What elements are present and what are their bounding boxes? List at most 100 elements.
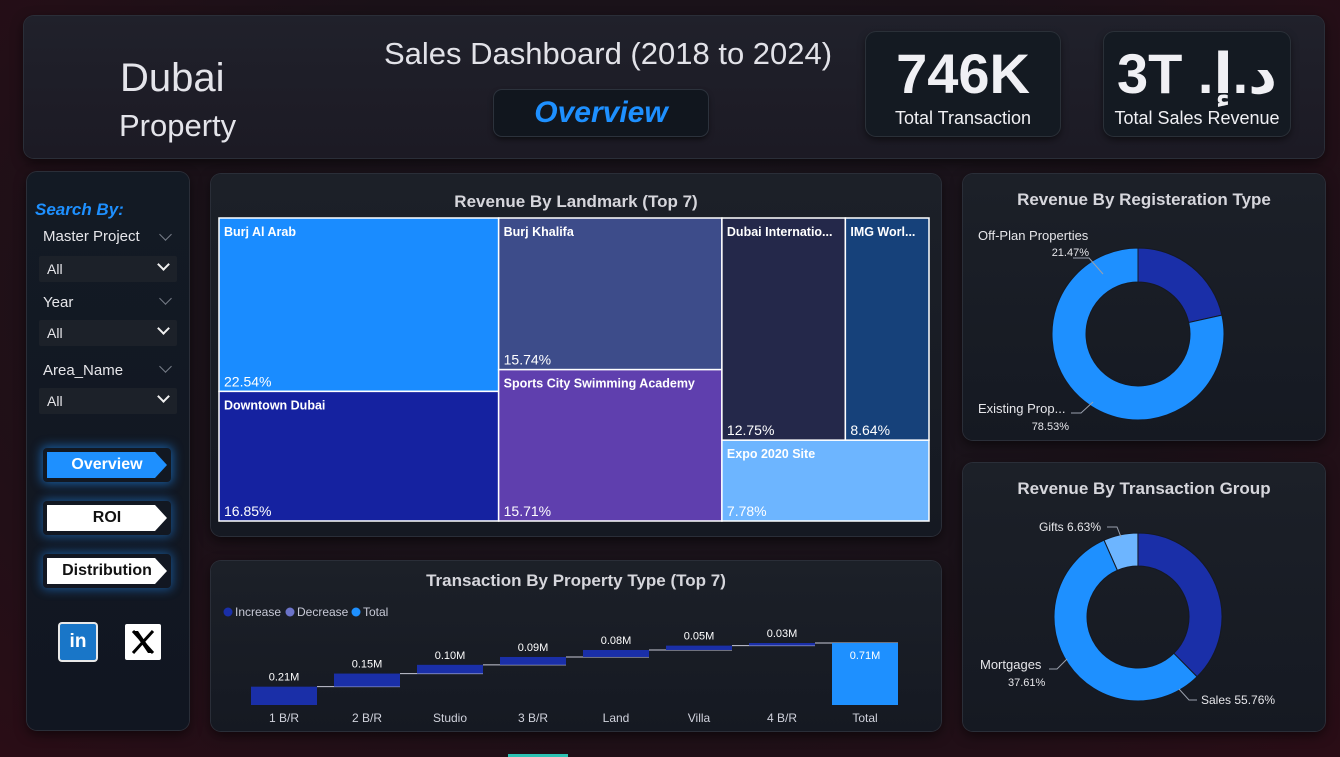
overview-page-pill: Overview <box>494 90 708 136</box>
kpi-total-transaction-label: Total Transaction <box>894 108 1032 128</box>
slicer-year-label: Year <box>43 294 74 311</box>
treemap-tile-rect <box>721 217 847 441</box>
legend-label: Decrease <box>297 605 349 619</box>
donut-slice[interactable] <box>1137 247 1223 324</box>
slicer-area-name-dropdown[interactable]: All <box>39 388 177 414</box>
header-banner: Dubai Property Sales Dashboard (2018 to … <box>24 16 1324 158</box>
donut-category-label: Gifts 6.63% <box>1039 520 1101 534</box>
treemap-tile[interactable]: Expo 2020 Site 7.78% <box>721 439 930 522</box>
treemap-tile-value: 7.78% <box>727 503 767 519</box>
treemap-tile-rect <box>844 217 930 441</box>
slicer-master-project-label: Master Project <box>43 228 140 245</box>
waterfall-tick-label: 4 B/R <box>767 711 797 725</box>
chevron-down-icon <box>157 390 170 403</box>
nav-distribution-button[interactable]: Distribution <box>47 558 167 584</box>
nav-roi-button[interactable]: ROI <box>47 505 167 531</box>
donut-value-label: 21.47% <box>1052 247 1090 259</box>
slicer-master-project-dropdown[interactable]: All <box>39 256 177 282</box>
waterfall-data-label: 0.08M <box>601 635 632 647</box>
transaction-by-property-type-panel: Transaction By Property Type (Top 7) Inc… <box>211 561 941 731</box>
city-title: Dubai <box>120 56 225 100</box>
treemap-chart: Burj Al Arab 22.54% Downtown Dubai 16.85% Bu… <box>218 217 930 522</box>
waterfall-bar[interactable] <box>500 656 566 665</box>
waterfall-tick-label: Villa <box>688 711 711 725</box>
page-title: Sales Dashboard (2018 to 2024) <box>384 36 833 71</box>
waterfall-data-label: 0.05M <box>684 631 715 643</box>
donut-leader-line <box>1178 688 1197 701</box>
treemap-tile[interactable]: IMG Worl... 8.64% <box>844 217 930 441</box>
treemap-tile[interactable]: Sports City Swimming Academy 15.71% <box>497 368 723 522</box>
treemap-tile-name: Dubai Internatio... <box>727 225 833 239</box>
treemap-tile[interactable]: Downtown Dubai 16.85% <box>218 390 500 522</box>
waterfall-data-label: 0.21M <box>269 672 300 684</box>
nav-overview-button[interactable]: Overview <box>47 452 167 478</box>
waterfall-data-label: 0.15M <box>352 659 383 671</box>
waterfall-data-label: 0.10M <box>435 650 466 662</box>
chevron-down-icon[interactable] <box>159 292 172 305</box>
legend-marker <box>285 607 295 617</box>
search-by-heading: Search By: <box>35 200 124 219</box>
waterfall-tick-label: 1 B/R <box>269 711 299 725</box>
donut-category-label: Off-Plan Properties <box>978 228 1089 243</box>
treemap-tile[interactable]: Burj Khalifa 15.74% <box>497 217 723 371</box>
kpi-total-sales-revenue-label: Total Sales Revenue <box>1114 108 1280 128</box>
treemap-tile-name: Burj Al Arab <box>224 225 296 239</box>
legend-marker <box>351 607 361 617</box>
waterfall-tick-label: Studio <box>433 711 467 725</box>
waterfall-data-label: 0.03M <box>767 628 798 640</box>
filter-sidebar: Search By: Master Project All Year All A… <box>27 172 189 730</box>
slicer-area-name-value: All <box>47 393 63 409</box>
chevron-down-icon[interactable] <box>159 360 172 373</box>
registration-donut-chart: Off-Plan Properties 21.47% Existing Prop..… <box>978 228 1225 433</box>
city-subtitle: Property <box>119 108 237 143</box>
donut-category-label: Sales 55.76% <box>1201 693 1275 707</box>
donut-category-label: Mortgages <box>980 657 1042 672</box>
chevron-down-icon <box>157 258 170 271</box>
treemap-tile-name: Burj Khalifa <box>504 225 575 239</box>
treemap-tile-name: Downtown Dubai <box>224 398 325 412</box>
x-logo-glyph <box>131 629 155 655</box>
waterfall-tick-label: Land <box>603 711 630 725</box>
waterfall-bar[interactable] <box>666 645 732 650</box>
waterfall-tick-label: 2 B/R <box>352 711 382 725</box>
treemap-tile-name: Expo 2020 Site <box>727 447 815 461</box>
treemap-tile-value: 8.64% <box>850 422 890 438</box>
treemap-tile-rect <box>497 368 723 522</box>
donut-slice[interactable] <box>1137 532 1223 678</box>
slicer-area-name-label: Area_Name <box>43 362 124 379</box>
chevron-down-icon[interactable] <box>159 228 172 241</box>
donut-category-label: Existing Prop... <box>978 401 1065 416</box>
waterfall-bar[interactable] <box>583 649 649 657</box>
slicer-year-dropdown[interactable]: All <box>39 320 177 346</box>
treemap-tile-value: 22.54% <box>224 373 271 389</box>
treemap-tile-name: IMG Worl... <box>850 225 915 239</box>
kpi-total-sales-revenue: 3T د.إ.‏ Total Sales Revenue <box>1104 32 1290 136</box>
slicer-year-value: All <box>47 325 63 341</box>
waterfall-tick-label: Total <box>852 711 877 725</box>
treemap-tile-value: 15.71% <box>504 503 551 519</box>
waterfall-bar[interactable] <box>251 686 317 705</box>
revenue-by-registration-type-panel: Revenue By Registeration Type Off-Plan P… <box>963 174 1325 440</box>
waterfall-data-label: 0.71M <box>850 650 881 662</box>
treemap-tile[interactable]: Dubai Internatio... 12.75% <box>721 217 847 441</box>
kpi-total-sales-revenue-value: 3T د.إ.‏ <box>1117 42 1277 105</box>
waterfall-bar[interactable] <box>334 673 400 687</box>
x-icon[interactable] <box>125 624 161 660</box>
waterfall-tick-label: 3 B/R <box>518 711 548 725</box>
legend-label: Increase <box>235 605 281 619</box>
waterfall-bar[interactable] <box>417 664 483 674</box>
linkedin-icon[interactable]: in <box>60 624 96 660</box>
transaction-group-donut-chart: Gifts 6.63% Mortgages 37.61% Sales 55.76% <box>980 520 1275 707</box>
waterfall-bar[interactable] <box>749 643 815 646</box>
waterfall-chart: Increase Decrease Total 0.21M 1 B/R 0.15M 2 B/… <box>223 605 898 725</box>
revenue-by-transaction-group-panel: Revenue By Transaction Group Gifts 6.63%… <box>963 463 1325 731</box>
legend-marker <box>223 607 233 617</box>
waterfall-data-label: 0.09M <box>518 642 549 654</box>
treemap-tile-value: 15.74% <box>504 352 551 368</box>
treemap-tile-value: 12.75% <box>727 422 774 438</box>
treemap-tile[interactable]: Burj Al Arab 22.54% <box>218 217 500 393</box>
slicer-master-project-value: All <box>47 261 63 277</box>
donut-value-label: 37.61% <box>1008 677 1046 689</box>
chevron-down-icon <box>157 322 170 335</box>
donut-leader-line <box>1049 658 1068 670</box>
